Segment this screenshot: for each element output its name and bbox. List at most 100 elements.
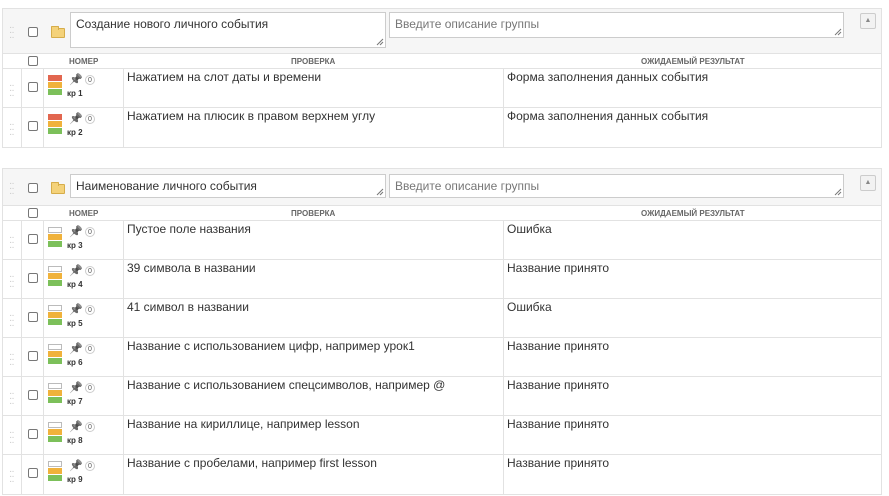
priority-indicator[interactable] [48, 305, 62, 326]
resize-handle-icon[interactable] [834, 188, 842, 196]
row-select-checkbox[interactable] [28, 390, 38, 400]
row-select-checkbox[interactable] [28, 468, 38, 478]
case-expected-text[interactable]: Название принято [507, 456, 609, 470]
select-all-checkbox[interactable] [28, 56, 38, 66]
case-check-text[interactable]: Название с пробелами, например first les… [127, 456, 377, 470]
pin-icon[interactable]: 📌 [69, 342, 83, 355]
table-row[interactable]: ·· ·· ·· 📌 0 кр 4 39 символа в названии Названи… [3, 260, 881, 299]
case-check-text[interactable]: 41 символ в названии [127, 300, 249, 314]
pin-icon[interactable]: 📌 [69, 303, 83, 316]
row-drag-handle[interactable]: ·· ·· ·· [9, 81, 15, 101]
priority-indicator[interactable] [48, 344, 62, 365]
priority-indicator[interactable] [48, 461, 62, 482]
case-expected-text[interactable]: Название принято [507, 417, 609, 431]
case-id[interactable]: кр 8 [67, 436, 83, 445]
case-expected-text[interactable]: Название принято [507, 339, 609, 353]
row-select-checkbox[interactable] [28, 121, 38, 131]
case-check-text[interactable]: Нажатием на слот даты и времени [127, 70, 321, 84]
group-name-input[interactable]: Создание нового личного события [70, 12, 386, 48]
table-row[interactable]: ·· ·· ·· 📌 0 кр 6 Название с использованием ци… [3, 338, 881, 377]
case-id[interactable]: кр 4 [67, 280, 83, 289]
group-select-checkbox[interactable] [28, 27, 38, 37]
priority-indicator[interactable] [48, 75, 62, 96]
row-drag-handle[interactable]: ·· ·· ·· [9, 350, 15, 370]
collapse-button[interactable]: ▲ [860, 13, 876, 29]
row-drag-handle[interactable]: ·· ·· ·· [9, 428, 15, 448]
table-row[interactable]: ·· ·· ·· 📌 0 кр 1 Нажатием на слот даты и врем… [3, 69, 881, 108]
column-divider [21, 377, 22, 415]
table-row[interactable]: ·· ·· ·· 📌 0 кр 7 Название с использованием сп… [3, 377, 881, 416]
priority-indicator[interactable] [48, 422, 62, 443]
case-check-text[interactable]: Название на кириллице, например lesson [127, 417, 360, 431]
row-select-checkbox[interactable] [28, 234, 38, 244]
priority-bar [48, 266, 62, 272]
pin-icon[interactable]: 📌 [69, 381, 83, 394]
case-id[interactable]: кр 7 [67, 397, 83, 406]
column-header-check[interactable]: ПРОВЕРКА [291, 57, 335, 66]
case-check-text[interactable]: Название с использованием спецсимволов, … [127, 378, 445, 392]
group-description-input[interactable]: Введите описание группы [389, 174, 844, 198]
row-select-checkbox[interactable] [28, 351, 38, 361]
case-expected-text[interactable]: Форма заполнения данных события [507, 70, 708, 84]
priority-indicator[interactable] [48, 266, 62, 287]
table-row[interactable]: ·· ·· ·· 📌 0 кр 3 Пустое поле названия Ошибка [3, 221, 881, 260]
group-name-input[interactable]: Наименование личного события [70, 174, 386, 198]
table-row[interactable]: ·· ·· ·· 📌 0 кр 2 Нажатием на плюсик в правом … [3, 108, 881, 147]
group-drag-handle[interactable]: ·· ·· ·· [9, 23, 15, 43]
row-drag-handle[interactable]: ·· ·· ·· [9, 120, 15, 140]
pin-icon[interactable]: 📌 [69, 73, 83, 86]
priority-bar [48, 280, 62, 286]
pin-icon[interactable]: 📌 [69, 112, 83, 125]
priority-indicator[interactable] [48, 114, 62, 135]
case-id[interactable]: кр 2 [67, 128, 83, 137]
case-expected-text[interactable]: Ошибка [507, 300, 552, 314]
case-check-text[interactable]: 39 символа в названии [127, 261, 256, 275]
case-check-text[interactable]: Пустое поле названия [127, 222, 251, 236]
column-header-check[interactable]: ПРОВЕРКА [291, 209, 335, 218]
table-row[interactable]: ·· ·· ·· 📌 0 кр 5 41 символ в названии Ошибка [3, 299, 881, 338]
resize-handle-icon[interactable] [376, 188, 384, 196]
select-all-checkbox[interactable] [28, 208, 38, 218]
group-description-input[interactable]: Введите описание группы [389, 12, 844, 38]
resize-handle-icon[interactable] [376, 38, 384, 46]
row-select-checkbox[interactable] [28, 82, 38, 92]
row-select-checkbox[interactable] [28, 312, 38, 322]
bug-count-badge: 0 [85, 422, 95, 432]
column-header-expected[interactable]: ОЖИДАЕМЫЙ РЕЗУЛЬТАТ [641, 209, 745, 218]
table-row[interactable]: ·· ·· ·· 📌 0 кр 8 Название на кириллице, напри… [3, 416, 881, 455]
case-id[interactable]: кр 9 [67, 475, 83, 484]
case-expected-text[interactable]: Название принято [507, 378, 609, 392]
case-id[interactable]: кр 6 [67, 358, 83, 367]
row-drag-handle[interactable]: ·· ·· ·· [9, 467, 15, 487]
case-check-text[interactable]: Нажатием на плюсик в правом верхнем углу [127, 109, 375, 123]
column-divider [123, 455, 124, 494]
column-header-expected[interactable]: ОЖИДАЕМЫЙ РЕЗУЛЬТАТ [641, 57, 745, 66]
column-divider [503, 377, 504, 415]
column-header-number[interactable]: НОМЕР [69, 209, 98, 218]
table-row[interactable]: ·· ·· ·· 📌 0 кр 9 Название с пробелами, наприм… [3, 455, 881, 494]
row-select-checkbox[interactable] [28, 429, 38, 439]
resize-handle-icon[interactable] [834, 28, 842, 36]
pin-icon[interactable]: 📌 [69, 459, 83, 472]
case-id[interactable]: кр 3 [67, 241, 83, 250]
row-drag-handle[interactable]: ·· ·· ·· [9, 389, 15, 409]
pin-icon[interactable]: 📌 [69, 264, 83, 277]
row-drag-handle[interactable]: ·· ·· ·· [9, 311, 15, 331]
priority-indicator[interactable] [48, 383, 62, 404]
case-expected-text[interactable]: Ошибка [507, 222, 552, 236]
group-select-checkbox[interactable] [28, 183, 38, 193]
case-id[interactable]: кр 1 [67, 89, 83, 98]
case-expected-text[interactable]: Название принято [507, 261, 609, 275]
pin-icon[interactable]: 📌 [69, 420, 83, 433]
row-drag-handle[interactable]: ·· ·· ·· [9, 272, 15, 292]
row-drag-handle[interactable]: ·· ·· ·· [9, 233, 15, 253]
case-id[interactable]: кр 5 [67, 319, 83, 328]
collapse-button[interactable]: ▲ [860, 175, 876, 191]
pin-icon[interactable]: 📌 [69, 225, 83, 238]
column-header-number[interactable]: НОМЕР [69, 57, 98, 66]
row-select-checkbox[interactable] [28, 273, 38, 283]
priority-indicator[interactable] [48, 227, 62, 248]
case-expected-text[interactable]: Форма заполнения данных события [507, 109, 708, 123]
case-check-text[interactable]: Название с использованием цифр, например… [127, 339, 415, 353]
group-drag-handle[interactable]: ·· ·· ·· [9, 179, 15, 199]
